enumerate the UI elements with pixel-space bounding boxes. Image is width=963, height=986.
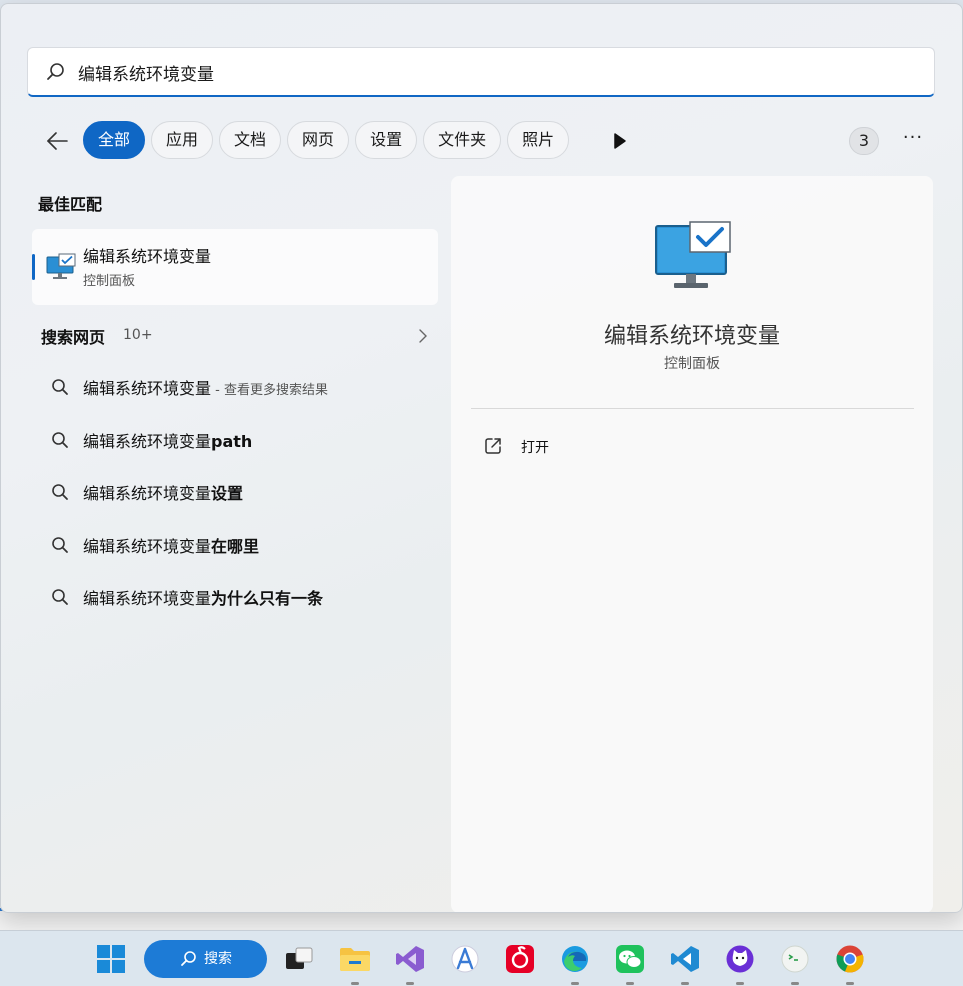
suggestion-text: 编辑系统环境变量 <box>83 432 212 451</box>
more-options-button[interactable]: ··· <box>899 127 927 155</box>
running-indicator <box>406 982 414 985</box>
terminal-bot-icon[interactable] <box>778 942 812 985</box>
filter-chip-photos[interactable]: 照片 <box>507 121 570 159</box>
filter-chip-documents[interactable]: 文档 <box>219 121 282 159</box>
search-panel: 全部 应用 文档 网页 设置 文件夹 照片 3 ··· 最佳匹配 编辑系统环境变… <box>0 3 963 913</box>
visual-studio-icon[interactable] <box>393 942 427 985</box>
search-icon <box>181 951 196 966</box>
file-explorer-icon[interactable] <box>338 942 372 985</box>
best-match-item[interactable]: 编辑系统环境变量 控制面板 <box>32 229 438 305</box>
windows-start-icon[interactable] <box>94 942 128 976</box>
task-view-icon[interactable] <box>282 942 316 976</box>
running-indicator <box>681 982 689 985</box>
monitor-check-icon <box>46 253 76 279</box>
filter-chip-settings[interactable]: 设置 <box>355 121 418 159</box>
arrow-left-icon <box>47 132 68 150</box>
filter-chip-apps[interactable]: 应用 <box>151 121 214 159</box>
detail-pane: 编辑系统环境变量 控制面板 打开 <box>451 176 933 912</box>
running-indicator <box>846 982 854 985</box>
suggestion-bold-text: 在哪里 <box>211 537 260 556</box>
web-result-count: 10+ <box>123 327 153 343</box>
suggestion-bold-text: path <box>211 432 253 451</box>
web-suggestion-item[interactable]: 编辑系统环境变量path <box>41 420 441 460</box>
suggestion-text: 编辑系统环境变量 <box>83 589 212 608</box>
filter-chip-all[interactable]: 全部 <box>83 121 146 159</box>
suggestion-bold-text: 为什么只有一条 <box>211 589 324 608</box>
count-badge[interactable]: 3 <box>849 127 879 155</box>
open-label: 打开 <box>521 440 549 456</box>
search-icon <box>52 537 68 553</box>
suggestion-text: 编辑系统环境变量 <box>83 379 212 398</box>
running-indicator <box>736 982 744 985</box>
edge-icon[interactable] <box>558 942 592 985</box>
wechat-icon[interactable] <box>613 942 647 985</box>
suggestion-text: 编辑系统环境变量 <box>83 484 212 503</box>
suggestion-bold-text: 设置 <box>211 484 244 503</box>
web-suggestion-item[interactable]: 编辑系统环境变量为什么只有一条 <box>41 577 441 617</box>
search-icon <box>52 379 68 395</box>
search-icon <box>52 589 68 605</box>
chevron-right-icon <box>419 329 427 343</box>
suggestion-text: 编辑系统环境变量 <box>83 537 212 556</box>
running-indicator <box>791 982 799 985</box>
vscode-icon[interactable] <box>668 942 702 985</box>
filter-chips: 全部 应用 文档 网页 设置 文件夹 照片 <box>83 121 570 159</box>
running-indicator <box>626 982 634 985</box>
taskbar-search-label: 搜索 <box>204 951 232 967</box>
best-match-subtitle: 控制面板 <box>83 274 136 289</box>
filter-bar: 全部 应用 文档 网页 设置 文件夹 照片 3 ··· <box>37 121 937 161</box>
search-input[interactable] <box>78 58 918 86</box>
web-suggestion-item[interactable]: 编辑系统环境变量 - 查看更多搜索结果 <box>41 367 441 407</box>
detail-subtitle: 控制面板 <box>664 356 720 372</box>
back-button[interactable] <box>41 125 73 157</box>
filter-chip-web[interactable]: 网页 <box>287 121 350 159</box>
taskbar-search-button[interactable]: 搜索 <box>144 940 267 978</box>
taskbar: 搜索 <box>0 930 963 986</box>
web-suggestion-item[interactable]: 编辑系统环境变量在哪里 <box>41 525 441 565</box>
open-external-icon <box>485 438 501 454</box>
detail-title: 编辑系统环境变量 <box>603 324 780 349</box>
selection-indicator <box>32 254 35 280</box>
netease-music-icon[interactable] <box>503 942 537 976</box>
best-match-title: 编辑系统环境变量 <box>83 247 212 266</box>
best-match-heading: 最佳匹配 <box>38 195 103 214</box>
search-box[interactable] <box>27 47 935 97</box>
play-icon[interactable] <box>611 131 629 151</box>
suggestion-hint: - 查看更多搜索结果 <box>211 383 328 398</box>
search-icon <box>52 432 68 448</box>
running-indicator <box>351 982 359 985</box>
web-suggestion-item[interactable]: 编辑系统环境变量设置 <box>41 472 441 512</box>
web-search-header[interactable]: 搜索网页 10+ <box>41 324 433 350</box>
filter-chip-folders[interactable]: 文件夹 <box>423 121 502 159</box>
search-icon <box>52 484 68 500</box>
cat-app-icon[interactable] <box>723 942 757 985</box>
chrome-icon[interactable] <box>833 942 867 985</box>
web-search-heading: 搜索网页 <box>41 328 106 347</box>
running-indicator <box>571 982 579 985</box>
divider <box>471 408 914 409</box>
monitor-check-icon <box>655 221 731 288</box>
android-studio-icon[interactable] <box>448 942 482 976</box>
open-action[interactable]: 打开 <box>483 431 643 463</box>
search-icon <box>47 63 64 80</box>
